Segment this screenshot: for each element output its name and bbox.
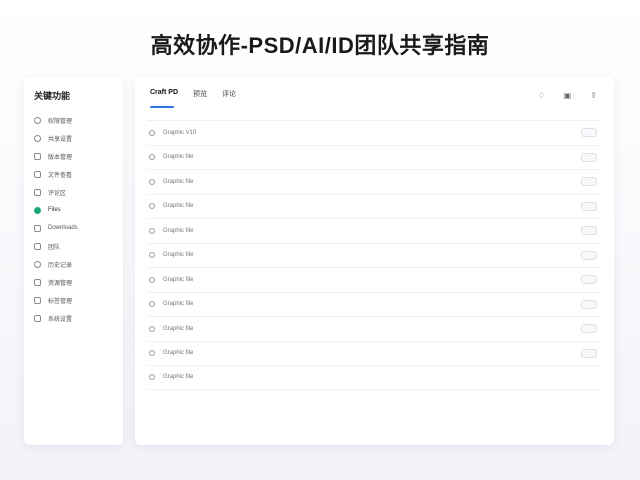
sidebar-item-0[interactable]: 权限管理	[34, 111, 123, 129]
image-icon	[34, 224, 41, 232]
sidebar-item-3[interactable]: 文件查看	[34, 165, 123, 183]
list-item[interactable]: Graphic file	[147, 218, 601, 243]
list-item[interactable]: Graphic file	[147, 291, 601, 317]
list-item[interactable]: Graphic file	[147, 365, 601, 390]
list-item[interactable]: Graphic file	[147, 267, 601, 292]
sidebar-item-label: 共享设置	[48, 136, 73, 143]
share-icon[interactable]: ⇪	[589, 91, 598, 100]
sidebar-item-1[interactable]: 共享设置	[34, 129, 123, 147]
list-item-label: Graphic file	[163, 203, 194, 210]
list-item[interactable]: Graphic V10	[147, 120, 601, 145]
list-item[interactable]: Graphic file	[147, 242, 601, 268]
sidebar-item-11[interactable]: 系统设置	[34, 309, 123, 327]
sidebar-title: 关键功能	[34, 91, 71, 101]
tab-bar: Craft PD 预览 评论	[150, 89, 236, 108]
list-item-label: Graphic file	[163, 227, 194, 234]
folder-icon	[34, 242, 41, 250]
clock-icon	[34, 260, 41, 268]
list-item-label: Graphic file	[163, 252, 194, 259]
sidebar-item-7[interactable]: 团队	[34, 237, 123, 255]
sidebar-item-label: 文件查看	[48, 172, 73, 179]
sidebar-item-label: Files	[48, 207, 61, 213]
file-icon	[149, 252, 155, 259]
circle-icon	[34, 116, 41, 124]
list-item[interactable]: Graphic file	[147, 169, 601, 194]
sidebar-item-label: 资源管理	[48, 280, 73, 287]
list-item-label: Graphic file	[163, 350, 194, 357]
sidebar-item-label: 团队	[48, 244, 61, 251]
file-icon	[34, 170, 41, 178]
list-item-label: Graphic file	[163, 178, 194, 185]
list-item[interactable]: Graphic file	[147, 193, 601, 219]
list-item-label: Graphic file	[163, 301, 194, 308]
row-action-button[interactable]	[581, 250, 597, 260]
list-item[interactable]: Graphic file	[147, 144, 601, 170]
sidebar-item-10[interactable]: 标签管理	[34, 291, 123, 309]
bell-icon[interactable]: ♢	[537, 91, 546, 100]
box-icon	[34, 278, 41, 286]
sidebar-item-label: Downloads	[48, 225, 78, 231]
file-icon	[149, 276, 155, 283]
list-item-label: Graphic V10	[163, 129, 197, 136]
list-item[interactable]: Graphic file	[147, 340, 601, 366]
tab-2[interactable]: 评论	[222, 89, 236, 108]
sidebar-item-label: 权限管理	[48, 118, 73, 125]
sidebar-item-5[interactable]: Files	[34, 201, 123, 219]
file-icon	[149, 374, 155, 381]
sidebar-list: 权限管理共享设置版本管理文件查看评论区 Files Downloads 团队历史记录资…	[34, 111, 123, 327]
row-action-button[interactable]	[581, 226, 597, 236]
tag-icon	[34, 296, 41, 304]
file-icon	[149, 325, 155, 332]
toolbar: ♢ ▣ ⇪	[537, 91, 598, 100]
sidebar-item-label: 历史记录	[48, 262, 73, 269]
row-action-button[interactable]	[581, 275, 597, 285]
row-action-button[interactable]	[581, 201, 597, 211]
sidebar-item-label: 评论区	[48, 190, 67, 197]
sidebar-item-4[interactable]: 评论区	[34, 183, 123, 201]
status-dot-icon	[34, 206, 41, 214]
tab-0[interactable]: Craft PD	[150, 89, 178, 108]
gear-icon	[34, 314, 41, 322]
comment-icon	[34, 188, 41, 196]
main-panel: Craft PD 预览 评论 ♢ ▣ ⇪ Graphic V10 Graphic file…	[135, 77, 614, 445]
file-icon	[149, 178, 155, 185]
list-item-label: Graphic file	[163, 325, 194, 332]
list-item-label: Graphic file	[163, 276, 194, 283]
row-action-button[interactable]	[581, 177, 597, 187]
sidebar-item-label: 系统设置	[48, 316, 73, 323]
row-action-button[interactable]	[581, 128, 597, 138]
sidebar-item-label: 版本管理	[48, 154, 73, 161]
list-item[interactable]: Graphic file	[147, 316, 601, 341]
sidebar-item-label: 标签管理	[48, 298, 73, 305]
circle-icon	[34, 134, 41, 142]
file-icon	[149, 154, 155, 161]
print-icon[interactable]: ▣	[563, 91, 572, 100]
file-icon	[149, 301, 155, 308]
layers-icon	[34, 152, 41, 160]
file-list: Graphic V10 Graphic file Graphic file Graph…	[147, 120, 601, 390]
file-icon	[149, 129, 155, 136]
row-action-button[interactable]	[581, 299, 597, 309]
list-item-label: Graphic file	[163, 154, 194, 161]
sidebar-item-9[interactable]: 资源管理	[34, 273, 123, 291]
tab-1[interactable]: 预览	[193, 89, 207, 108]
sidebar-item-8[interactable]: 历史记录	[34, 255, 123, 273]
row-action-button[interactable]	[581, 324, 597, 334]
list-item-label: Graphic file	[163, 374, 194, 381]
row-action-button[interactable]	[581, 348, 597, 358]
sidebar-item-2[interactable]: 版本管理	[34, 147, 123, 165]
sidebar: 关键功能 权限管理共享设置版本管理文件查看评论区 Files Downloads 团队…	[24, 77, 123, 445]
page-title: 高效协作-PSD/AI/ID团队共享指南	[150, 33, 490, 58]
row-action-button[interactable]	[581, 152, 597, 162]
file-icon	[149, 350, 155, 357]
file-icon	[149, 227, 155, 234]
file-icon	[149, 203, 155, 210]
sidebar-item-6[interactable]: Downloads	[34, 219, 123, 237]
